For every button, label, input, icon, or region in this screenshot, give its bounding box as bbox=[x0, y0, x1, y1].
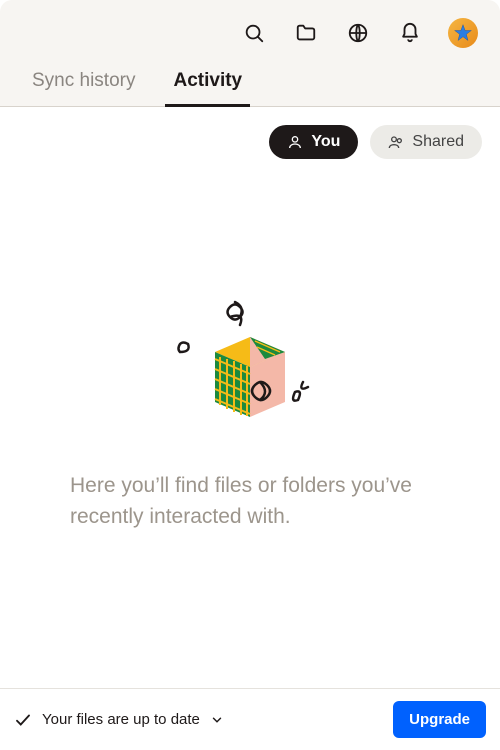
upgrade-button[interactable]: Upgrade bbox=[393, 701, 486, 738]
filter-shared[interactable]: Shared bbox=[370, 125, 482, 159]
person-icon bbox=[287, 134, 303, 150]
filter-shared-label: Shared bbox=[412, 133, 464, 151]
tabs: Sync history Activity bbox=[0, 58, 500, 107]
sync-status[interactable]: Your files are up to date bbox=[14, 711, 224, 729]
filter-row: You Shared bbox=[18, 125, 482, 159]
globe-icon[interactable] bbox=[344, 19, 372, 47]
filter-you[interactable]: You bbox=[269, 125, 358, 159]
people-icon bbox=[388, 134, 404, 150]
folder-icon[interactable] bbox=[292, 19, 320, 47]
sync-status-text: Your files are up to date bbox=[42, 711, 200, 728]
app-window: Sync history Activity You Shared bbox=[0, 0, 500, 750]
content-area: You Shared bbox=[0, 107, 500, 688]
tab-sync-history[interactable]: Sync history bbox=[28, 58, 139, 106]
empty-illustration bbox=[175, 297, 325, 447]
empty-state: Here you’ll find files or folders you’ve… bbox=[18, 159, 482, 670]
empty-message: Here you’ll find files or folders you’ve… bbox=[70, 471, 430, 532]
chevron-down-icon bbox=[210, 713, 224, 727]
search-icon[interactable] bbox=[240, 19, 268, 47]
statusbar: Your files are up to date Upgrade bbox=[0, 688, 500, 750]
filter-you-label: You bbox=[311, 133, 340, 151]
tab-activity[interactable]: Activity bbox=[169, 58, 246, 106]
check-icon bbox=[14, 711, 32, 729]
topbar bbox=[0, 0, 500, 58]
avatar[interactable] bbox=[448, 18, 478, 48]
bell-icon[interactable] bbox=[396, 19, 424, 47]
